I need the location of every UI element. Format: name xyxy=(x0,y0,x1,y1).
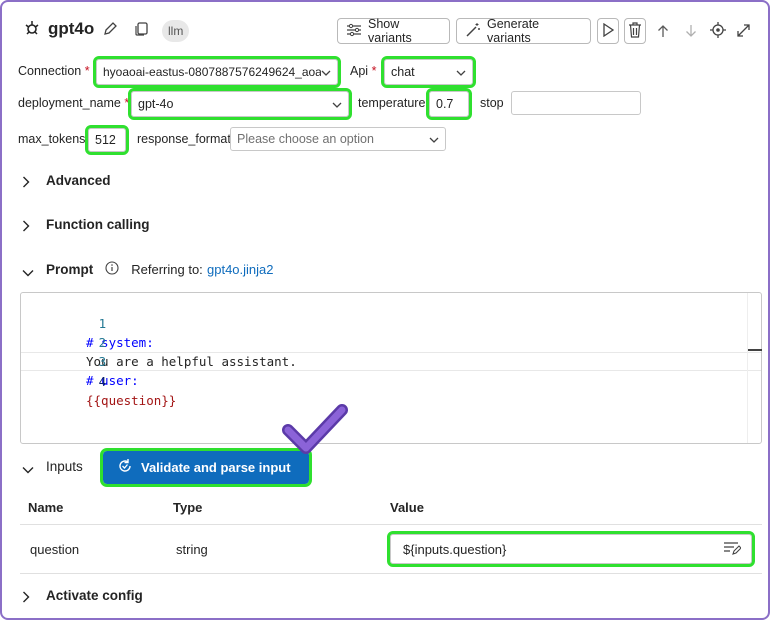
editor-line: 1 # system: xyxy=(86,316,154,350)
stop-input[interactable] xyxy=(511,91,641,115)
table-divider xyxy=(20,573,762,574)
chevron-down-icon xyxy=(429,132,439,146)
generate-variants-label: Generate variants xyxy=(487,17,540,45)
checkmark-icon xyxy=(282,404,348,457)
editor-scrollbar[interactable] xyxy=(747,293,762,443)
inputs-section-toggle[interactable]: Inputs xyxy=(22,459,83,474)
expand-icon[interactable] xyxy=(733,20,753,40)
prompt-section-toggle[interactable]: Prompt Referring to: xyxy=(22,261,203,278)
prompt-label: Prompt xyxy=(46,262,94,277)
edit-pencil-icon[interactable] xyxy=(100,19,120,39)
copy-icon[interactable] xyxy=(132,19,152,39)
deployment-name-select[interactable]: gpt-4o xyxy=(128,88,352,120)
max-tokens-input[interactable]: 512 xyxy=(85,125,129,155)
function-calling-section-toggle[interactable]: Function calling xyxy=(22,217,150,232)
api-select[interactable]: chat xyxy=(381,56,476,88)
advanced-section-toggle[interactable]: Advanced xyxy=(22,173,111,188)
referring-to-text: Referring to: xyxy=(131,262,203,277)
delete-button[interactable] xyxy=(624,18,646,44)
play-icon xyxy=(602,22,615,40)
input-type-cell: string xyxy=(176,542,208,557)
chevron-right-icon xyxy=(22,591,32,602)
chevron-down-icon xyxy=(22,265,34,276)
run-button[interactable] xyxy=(597,18,619,44)
prompt-code-editor[interactable]: 1 # system: 2 You are a helpful assistan… xyxy=(20,292,762,444)
chevron-down-icon xyxy=(456,65,466,79)
llm-node-panel: gpt4o llm Show variants Generate variant… xyxy=(0,0,770,620)
node-title: gpt4o xyxy=(48,19,95,38)
info-icon[interactable] xyxy=(105,261,119,278)
chevron-down-icon xyxy=(22,462,34,473)
chevron-right-icon xyxy=(22,220,32,231)
generate-variants-button[interactable]: Generate variants xyxy=(456,17,591,45)
variants-icon xyxy=(346,23,362,40)
chevron-right-icon xyxy=(22,176,32,187)
refresh-check-icon xyxy=(117,458,133,477)
function-calling-label: Function calling xyxy=(46,217,150,232)
table-divider xyxy=(20,524,762,525)
response-format-label: response_format xyxy=(137,132,231,146)
activate-config-label: Activate config xyxy=(46,588,143,603)
locate-target-icon[interactable] xyxy=(708,20,728,40)
inputs-label: Inputs xyxy=(46,459,83,474)
prompt-file-link[interactable]: gpt4o.jinja2 xyxy=(207,262,274,277)
trash-icon xyxy=(628,21,642,41)
move-down-icon[interactable] xyxy=(682,21,700,41)
column-header-value: Value xyxy=(390,500,424,515)
deployment-name-label: deployment_name * xyxy=(18,96,130,110)
api-label: Api * xyxy=(350,64,377,78)
input-value-text: ${inputs.question} xyxy=(403,541,507,557)
response-format-select[interactable]: Please choose an option xyxy=(230,127,446,151)
column-header-name: Name xyxy=(28,500,64,515)
advanced-label: Advanced xyxy=(46,173,111,188)
editor-line: 3 # user: xyxy=(86,354,139,388)
connection-label: Connection * xyxy=(18,64,90,78)
temperature-label: temperature xyxy=(358,96,426,110)
text-edit-icon[interactable] xyxy=(723,541,742,558)
input-value-field[interactable]: ${inputs.question} xyxy=(387,531,755,567)
response-format-placeholder: Please choose an option xyxy=(237,132,374,146)
validate-button-label: Validate and parse input xyxy=(141,460,291,475)
move-up-icon[interactable] xyxy=(654,21,672,41)
activate-config-section-toggle[interactable]: Activate config xyxy=(22,588,143,603)
connection-select[interactable]: hyoaoai-eastus-0807887576249624_aoai xyxy=(93,56,341,88)
column-header-type: Type xyxy=(173,500,203,515)
connection-value: hyoaoai-eastus-0807887576249624_aoai xyxy=(103,65,321,79)
magic-wand-icon xyxy=(465,22,481,41)
llm-node-icon xyxy=(22,18,42,38)
show-variants-label: Show variants xyxy=(368,17,412,45)
input-name-cell: question xyxy=(30,542,80,557)
node-type-badge: llm xyxy=(162,20,190,42)
api-value: chat xyxy=(391,65,415,79)
editor-line: 2 You are a helpful assistant. xyxy=(86,335,297,369)
chevron-down-icon xyxy=(332,97,342,111)
validate-and-parse-input-button[interactable]: Validate and parse input xyxy=(100,448,312,487)
chevron-down-icon xyxy=(321,65,331,79)
temperature-input[interactable]: 0.7 xyxy=(426,88,472,120)
max-tokens-label: max_tokens xyxy=(18,132,86,146)
deployment-name-value: gpt-4o xyxy=(138,97,174,111)
show-variants-button[interactable]: Show variants xyxy=(337,17,450,45)
editor-line-current: 4 {{question}} xyxy=(21,352,761,408)
stop-label: stop xyxy=(480,96,504,110)
